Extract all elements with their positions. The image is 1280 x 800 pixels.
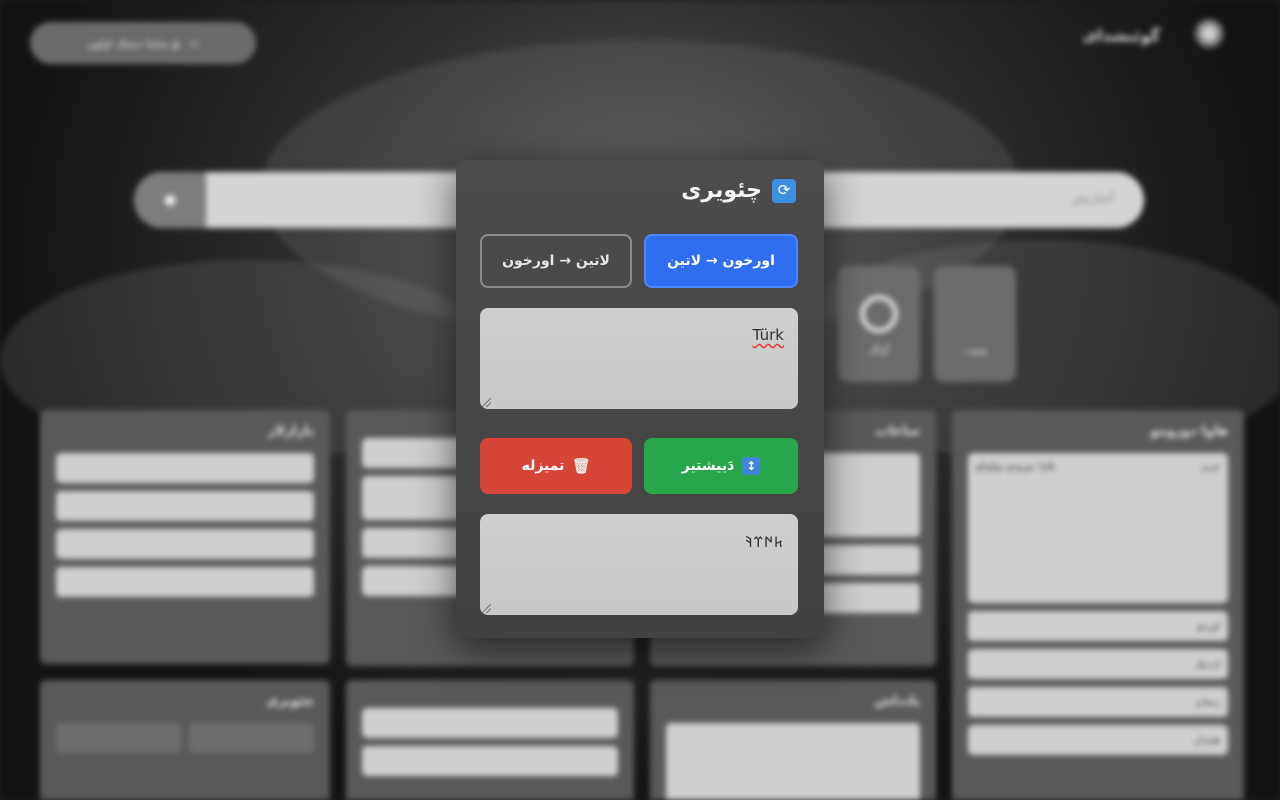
site-name: گوئنشدای: [1082, 25, 1160, 45]
city-name: اردبیل: [1194, 658, 1220, 670]
shortcut-tile[interactable]: گوگل: [838, 266, 920, 382]
market-row[interactable]: [56, 567, 314, 597]
city-name: همدان: [1193, 734, 1220, 746]
resize-handle-icon[interactable]: [482, 604, 491, 613]
modal-header: ⟳ چئویری: [681, 178, 796, 203]
site-logo[interactable]: ✺ گوئنشدای: [1082, 10, 1244, 60]
swap-vertical-icon: ↕: [742, 457, 761, 475]
engine-input[interactable]: [362, 708, 618, 738]
output-text: 𐱅𐰇𐰼𐰚: [745, 533, 784, 551]
google-icon: [860, 295, 898, 333]
market-row[interactable]: [56, 529, 314, 559]
clear-label: تمیزله: [521, 458, 565, 474]
city-name: اورمو: [1197, 620, 1220, 632]
shortcut-label: گوگل: [867, 345, 891, 356]
weather-row[interactable]: هاوا دورومو بولوتلو تبریز: [968, 453, 1228, 603]
input-textarea[interactable]: Türk: [480, 308, 798, 409]
converter-panel-background: چئویری: [40, 680, 330, 800]
panel-title: هاوا دورومو: [1150, 424, 1228, 439]
engine-row[interactable]: [362, 746, 618, 776]
market-panel: بازارلار: [40, 410, 330, 664]
weather-row[interactable]: اردبیل: [968, 649, 1228, 679]
converter-modal: ⟳ چئویری اورخون → لاتین لاتین → اورخون T…: [456, 160, 824, 638]
toggle-icon: ▭: [188, 36, 200, 50]
search-button[interactable]: ●: [134, 172, 206, 228]
output-textarea[interactable]: 𐱅𐰇𐰼𐰚: [480, 514, 798, 615]
swap-button[interactable]: ↕ دَییشتیر: [644, 438, 798, 494]
panel-title: یادداش: [874, 694, 921, 709]
donate-button[interactable]: بۇ سایتا دستک اولون ▭: [30, 22, 256, 64]
orkhon-to-latin-label: اورخون → لاتین: [667, 253, 775, 269]
city-name: تبریز: [1200, 461, 1220, 472]
weather-row[interactable]: زنجان: [968, 687, 1228, 717]
weather-row[interactable]: همدان: [968, 725, 1228, 755]
panel-title: بازارلار: [267, 424, 314, 439]
clear-button[interactable]: 🗑 تمیزله: [480, 438, 632, 494]
resize-handle-icon[interactable]: [482, 398, 491, 407]
orkhon-to-latin-button[interactable]: اورخون → لاتین: [644, 234, 798, 288]
weather-row[interactable]: اورمو: [968, 611, 1228, 641]
refresh-icon: ⟳: [772, 178, 796, 203]
search-icon: ●: [163, 192, 177, 208]
shortcut-tile[interactable]: یوتوب: [934, 266, 1016, 382]
direction-button[interactable]: [56, 723, 181, 753]
trash-icon: 🗑: [571, 456, 591, 475]
panel-title: چئویری: [266, 694, 314, 709]
notes-textarea[interactable]: [666, 723, 920, 800]
search-engines-panel: [346, 680, 634, 800]
latin-to-orkhon-button[interactable]: لاتین → اورخون: [480, 234, 632, 288]
modal-title: چئویری: [681, 178, 762, 203]
weather-panel: هاوا دورومو هاوا دورومو بولوتلو تبریز او…: [952, 410, 1244, 800]
input-text: Türk: [752, 326, 784, 344]
weather-detail: هاوا دورومو بولوتلو: [976, 461, 1056, 472]
shortcut-label: یوتوب: [962, 345, 988, 356]
notes-panel: یادداش: [650, 680, 936, 800]
latin-to-orkhon-label: لاتین → اورخون: [502, 253, 610, 269]
donate-label: بۇ سایتا دستک اولون: [86, 36, 181, 50]
sun-logo-icon: ✺: [1192, 12, 1226, 58]
city-name: زنجان: [1195, 696, 1220, 708]
swap-label: دَییشتیر: [681, 458, 735, 474]
search-placeholder: آختاریش: [1071, 191, 1114, 205]
market-row[interactable]: [56, 491, 314, 521]
direction-button[interactable]: [189, 723, 314, 753]
market-row[interactable]: [56, 453, 314, 483]
